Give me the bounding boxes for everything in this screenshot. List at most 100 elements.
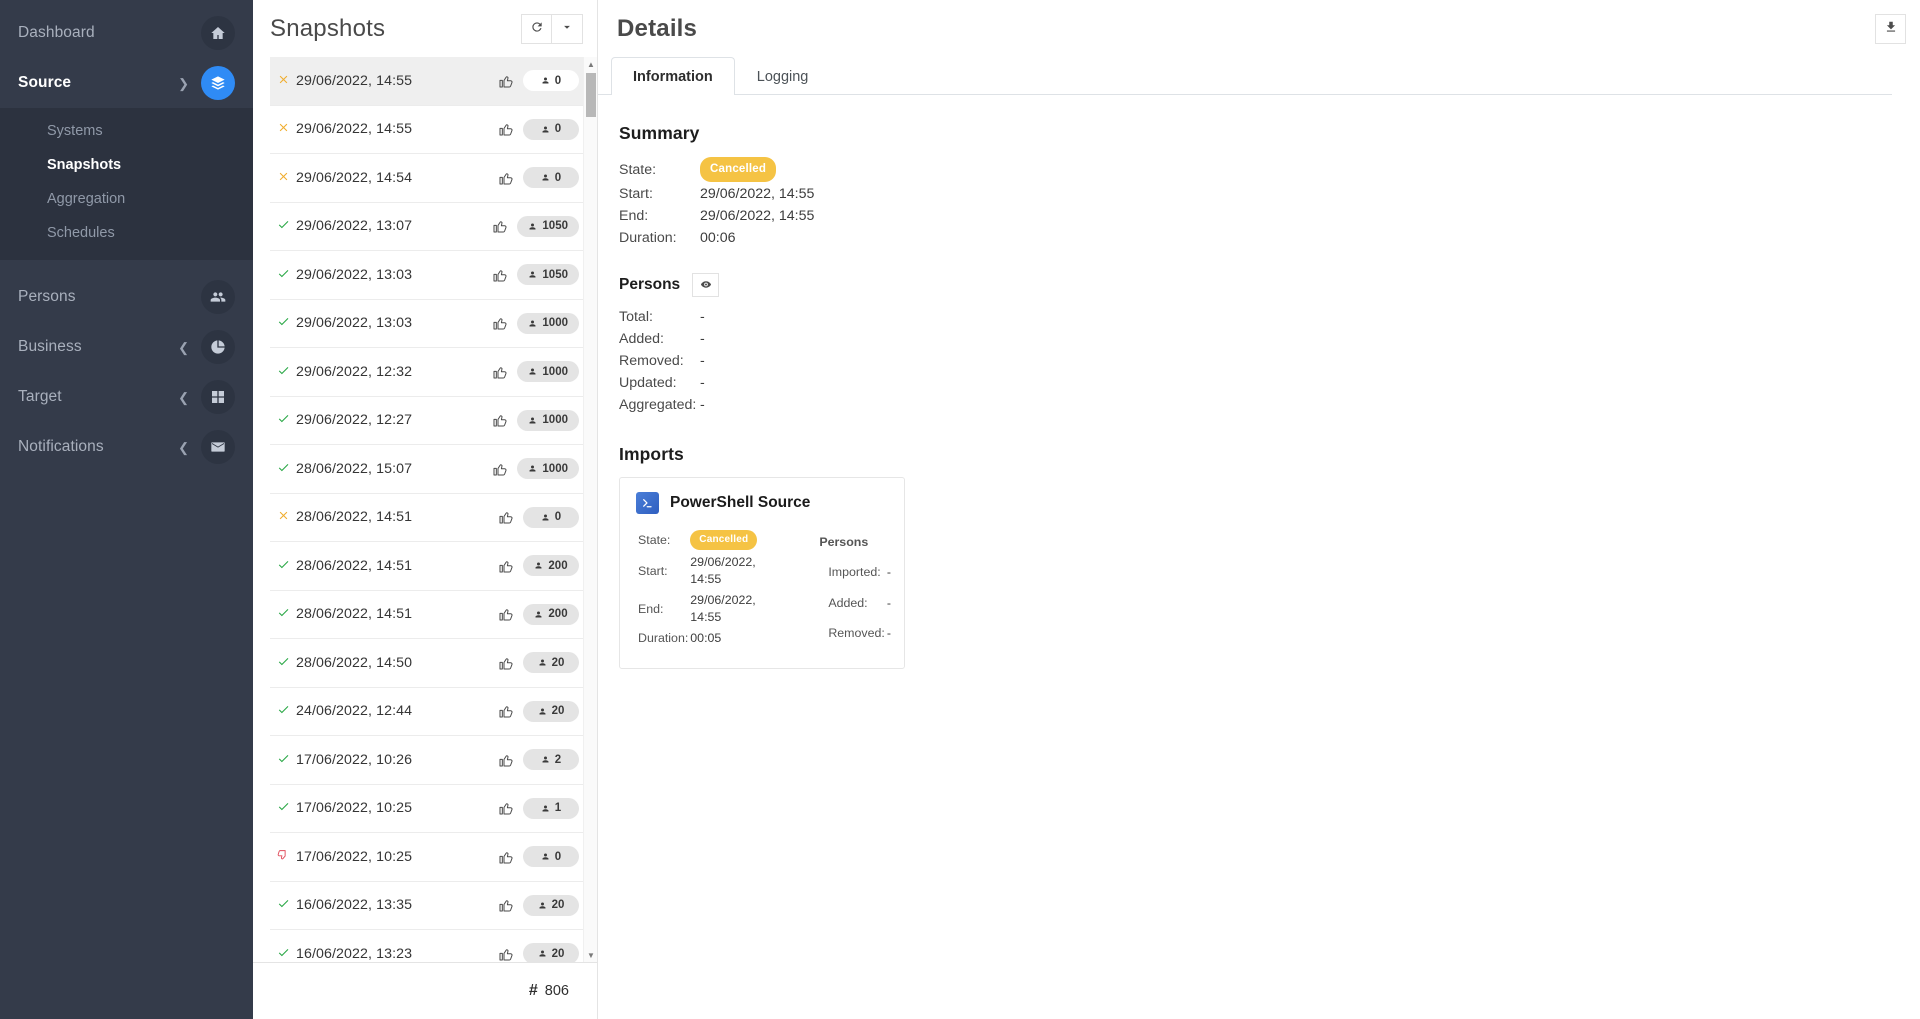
snapshot-approve-button[interactable] — [489, 703, 523, 719]
snapshot-approve-button[interactable] — [489, 73, 523, 89]
snapshot-row[interactable]: 28/06/2022, 14:51 0 — [270, 493, 597, 542]
summary-table: State: Cancelled Start: 29/06/2022, 14:5… — [619, 156, 814, 249]
sidebar-subnav-source: Systems Snapshots Aggregation Schedules — [0, 108, 253, 260]
snapshot-row[interactable]: 29/06/2022, 14:54 0 — [270, 154, 597, 203]
snapshot-person-count: 2 — [523, 749, 579, 771]
thumb-up-icon — [499, 124, 513, 136]
scroll-up-arrow-icon[interactable]: ▲ — [584, 57, 597, 71]
snapshot-row[interactable]: 28/06/2022, 14:50 20 — [270, 639, 597, 688]
snapshot-approve-button[interactable] — [489, 121, 523, 137]
details-title: Details — [617, 14, 698, 42]
snapshot-person-count: 20 — [523, 700, 579, 722]
scrollbar-thumb[interactable] — [586, 73, 596, 117]
snapshot-row[interactable]: 29/06/2022, 13:03 1000 — [270, 299, 597, 348]
snapshot-approve-button[interactable] — [489, 655, 523, 671]
tab-logging[interactable]: Logging — [735, 57, 831, 95]
snapshot-row[interactable]: 24/06/2022, 12:44 20 — [270, 687, 597, 736]
scroll-down-arrow-icon[interactable]: ▼ — [584, 948, 597, 962]
snapshot-row[interactable]: 28/06/2022, 14:51 200 — [270, 590, 597, 639]
import-card[interactable]: PowerShell Source State: Cancelled Start… — [619, 477, 905, 669]
snapshot-person-count-value: 0 — [554, 171, 562, 184]
snapshot-row[interactable]: 16/06/2022, 13:23 20 — [270, 930, 597, 962]
snapshot-approve-button[interactable] — [483, 267, 517, 283]
grid-icon — [201, 380, 235, 414]
sidebar-item-source[interactable]: Source ❯ — [0, 58, 253, 108]
snapshot-row[interactable]: 16/06/2022, 13:35 20 — [270, 881, 597, 930]
snapshot-row[interactable]: 28/06/2022, 14:51 200 — [270, 542, 597, 591]
summary-start-value: 29/06/2022, 14:55 — [700, 186, 815, 202]
import-state-value-cell: Cancelled — [690, 529, 758, 551]
sidebar-item-notifications[interactable]: Notifications ❮ — [0, 422, 253, 472]
snapshot-row[interactable]: 17/06/2022, 10:25 1 — [270, 784, 597, 833]
snapshot-person-count-value: 20 — [551, 899, 565, 912]
snapshot-person-count-value: 1050 — [542, 268, 568, 281]
snapshot-state-icon — [270, 218, 296, 234]
download-button[interactable] — [1875, 13, 1906, 44]
snapshot-row[interactable]: 17/06/2022, 10:25 0 — [270, 833, 597, 882]
person-icon — [542, 174, 549, 181]
import-source-name: PowerShell Source — [670, 494, 811, 511]
snapshot-approve-button[interactable] — [489, 509, 523, 525]
snapshot-date: 28/06/2022, 14:51 — [296, 509, 413, 526]
import-status-badge: Cancelled — [690, 530, 758, 550]
snapshot-state-icon — [270, 558, 296, 574]
snapshot-approve-button[interactable] — [483, 218, 517, 234]
imports-heading: Imports — [619, 444, 684, 464]
snapshot-approve-button[interactable] — [489, 558, 523, 574]
import-persons-row-label: Removed: — [828, 626, 885, 641]
snapshot-approve-button[interactable] — [489, 800, 523, 816]
persons-row-label: Added: — [619, 331, 664, 347]
tab-information[interactable]: Information — [611, 57, 735, 95]
snapshot-approve-button[interactable] — [489, 752, 523, 768]
snapshot-approve-button[interactable] — [483, 412, 517, 428]
sidebar-item-label: Notifications — [18, 438, 104, 455]
import-persons-row-value: - — [886, 595, 891, 610]
refresh-icon — [530, 20, 544, 37]
sidebar-item-snapshots[interactable]: Snapshots — [0, 148, 253, 182]
sidebar-item-business[interactable]: Business ❮ — [0, 322, 253, 372]
snapshot-row[interactable]: 29/06/2022, 12:27 1000 — [270, 396, 597, 445]
snapshot-date: 28/06/2022, 15:07 — [296, 460, 413, 477]
snapshot-approve-button[interactable] — [483, 315, 517, 331]
layers-icon — [201, 66, 235, 100]
thumb-up-icon — [493, 221, 507, 233]
sidebar-item-schedules[interactable]: Schedules — [0, 216, 253, 250]
snapshots-footer: # 806 — [253, 962, 597, 1019]
thumb-up-icon — [499, 949, 513, 961]
sidebar-item-aggregation[interactable]: Aggregation — [0, 182, 253, 216]
snapshot-row[interactable]: 29/06/2022, 14:55 0 — [270, 105, 597, 154]
snapshot-state-icon — [270, 73, 296, 89]
sidebar-item-dashboard[interactable]: Dashboard — [0, 8, 253, 58]
snapshot-approve-button[interactable] — [489, 946, 523, 962]
snapshot-approve-button[interactable] — [489, 897, 523, 913]
persons-row-value: - — [700, 397, 705, 413]
sidebar-item-systems[interactable]: Systems — [0, 114, 253, 148]
persons-row-label: Aggregated: — [619, 397, 697, 413]
thumb-up-icon — [499, 76, 513, 88]
snapshots-scrollbar[interactable]: ▲ ▼ — [583, 57, 597, 962]
persons-row-value: - — [700, 331, 705, 347]
snapshot-approve-button[interactable] — [483, 364, 517, 380]
check-icon — [278, 560, 288, 569]
snapshots-dropdown-button[interactable] — [552, 13, 583, 44]
person-icon — [539, 950, 546, 957]
snapshot-approve-button[interactable] — [483, 461, 517, 477]
tab-label: Logging — [756, 69, 809, 85]
snapshot-row[interactable]: 17/06/2022, 10:26 2 — [270, 736, 597, 785]
sidebar-item-persons[interactable]: Persons — [0, 272, 253, 322]
snapshot-person-count: 20 — [523, 894, 579, 916]
snapshot-approve-button[interactable] — [489, 170, 523, 186]
sidebar-item-target[interactable]: Target ❮ — [0, 372, 253, 422]
refresh-button[interactable] — [521, 13, 552, 44]
snapshot-row[interactable]: 29/06/2022, 13:07 1050 — [270, 202, 597, 251]
import-end-row: End: 29/06/2022, 14:55 — [638, 591, 757, 627]
snapshot-row[interactable]: 29/06/2022, 13:03 1050 — [270, 251, 597, 300]
snapshot-row[interactable]: 29/06/2022, 12:32 1000 — [270, 348, 597, 397]
persons-preview-button[interactable] — [692, 273, 720, 297]
snapshot-approve-button[interactable] — [489, 849, 523, 865]
snapshot-person-count-value: 2 — [554, 753, 562, 766]
snapshot-row[interactable]: 28/06/2022, 15:07 1000 — [270, 445, 597, 494]
snapshot-row[interactable]: 29/06/2022, 14:55 0 — [270, 57, 597, 106]
thumb-up-icon — [499, 658, 513, 670]
snapshot-approve-button[interactable] — [489, 606, 523, 622]
